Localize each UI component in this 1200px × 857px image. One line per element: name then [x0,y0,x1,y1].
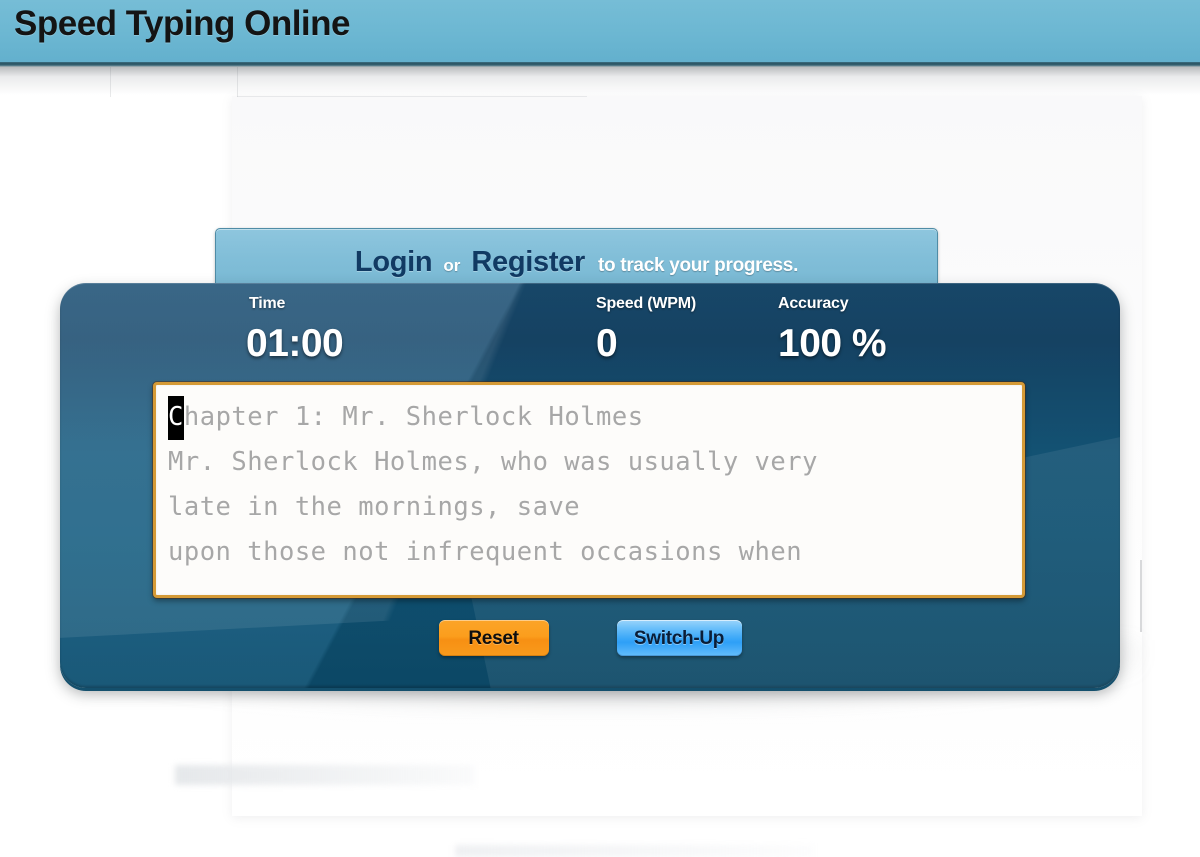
login-link[interactable]: Login [355,246,433,279]
stat-speed: Speed (WPM) 0 [596,295,697,365]
typing-panel: Time 01:00 Speed (WPM) 0 Accuracy 100 % … [60,283,1120,688]
typing-prompt-text: Chapter 1: Mr. Sherlock Holmes Mr. Sherl… [168,395,1010,575]
typing-text-input[interactable]: Chapter 1: Mr. Sherlock Holmes Mr. Sherl… [153,382,1025,598]
background-divider-top [237,96,587,97]
site-header: Speed Typing Online [0,0,1200,62]
stat-time-value: 01:00 [246,322,344,365]
stat-accuracy-label: Accuracy [778,295,849,312]
register-link[interactable]: Register [471,246,585,279]
page-title: Speed Typing Online [14,4,351,43]
reset-button[interactable]: Reset [438,620,549,656]
typing-first-line-remainder: hapter 1: Mr. Sherlock Holmes [183,402,644,432]
stat-time: Time 01:00 [246,295,344,365]
login-register-inner: Login or Register to track your progress… [355,246,798,279]
background-divider-right [1140,560,1142,632]
stat-accuracy: Accuracy 100 % [778,295,887,365]
stat-accuracy-value: 100 % [778,322,887,365]
login-tail-text: to track your progress. [598,255,799,276]
login-register-strip: Login or Register to track your progress… [215,228,938,291]
stat-speed-value: 0 [596,322,618,365]
stats-row: Time 01:00 Speed (WPM) 0 Accuracy 100 % [60,296,1120,378]
stat-time-label: Time [249,295,286,312]
background-blurred-text [175,765,475,785]
typing-cursor: C [168,396,184,440]
stat-speed-label: Speed (WPM) [596,295,697,312]
site-header-shadow [0,67,1200,95]
site-header-bottom-edge [0,62,1200,67]
typing-body-text: Mr. Sherlock Holmes, who was usually ver… [168,447,818,567]
background-blurred-text-alt [455,845,815,857]
login-separator: or [443,256,461,275]
action-button-row: Reset Switch-Up [60,613,1120,663]
switch-up-button[interactable]: Switch-Up [616,620,742,656]
